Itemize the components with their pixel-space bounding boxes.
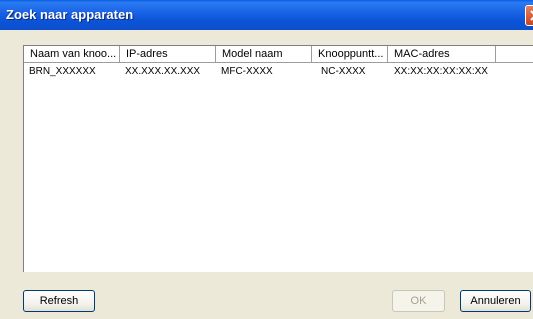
column-header-model-name[interactable]: Model naam — [216, 46, 312, 63]
cell-ip-address: XX.XXX.XX.XXX — [125, 66, 201, 77]
ok-button[interactable]: OK — [392, 290, 445, 312]
column-header-mac-address[interactable]: MAC-adres — [388, 46, 496, 63]
window-title: Zoek naar apparaten — [6, 7, 134, 22]
cancel-button[interactable]: Annuleren — [460, 290, 531, 312]
column-header-node-type[interactable]: Knooppuntt... — [312, 46, 388, 63]
cell-model-name: MFC-XXXX — [221, 66, 273, 77]
cell-node-name: BRN_XXXXXX — [29, 66, 96, 77]
column-header-ip-address[interactable]: IP-adres — [120, 46, 216, 63]
table-row[interactable]: BRN_XXXXXX XX.XXX.XX.XXX MFC-XXXX NC-XXX… — [24, 65, 533, 79]
refresh-button[interactable]: Refresh — [23, 290, 95, 312]
cell-node-type: NC-XXXX — [321, 66, 366, 77]
column-header-node-name[interactable]: Naam van knoo... — [24, 46, 120, 63]
close-button[interactable] — [525, 5, 533, 26]
cell-mac-address: XX:XX:XX:XX:XX:XX — [394, 66, 488, 77]
column-header-empty — [496, 46, 533, 63]
device-list[interactable]: Naam van knoo... IP-adres Model naam Kno… — [23, 45, 533, 272]
device-search-dialog: Zoek naar apparaten Naam van knoo... IP-… — [0, 0, 533, 319]
list-header: Naam van knoo... IP-adres Model naam Kno… — [24, 46, 533, 63]
title-bar[interactable]: Zoek naar apparaten — [0, 0, 533, 30]
